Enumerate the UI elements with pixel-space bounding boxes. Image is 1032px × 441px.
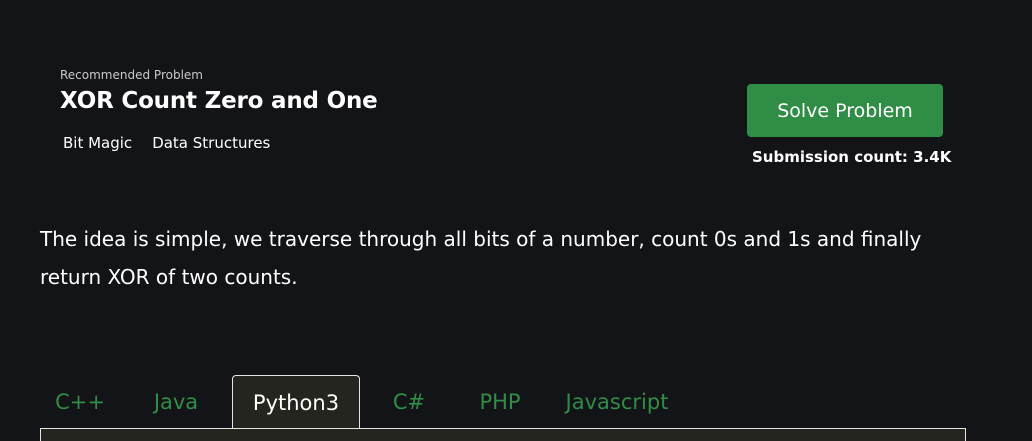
- tag-data-structures[interactable]: Data Structures: [152, 134, 270, 152]
- tab-java[interactable]: Java: [120, 375, 232, 429]
- article-description: The idea is simple, we traverse through …: [40, 227, 922, 289]
- tag-bit-magic[interactable]: Bit Magic: [63, 134, 132, 152]
- code-panel: [40, 428, 966, 441]
- tab-php[interactable]: PHP: [458, 375, 542, 429]
- recommended-problem-label: Recommended Problem: [60, 68, 203, 82]
- tab-csharp[interactable]: C#: [360, 375, 458, 429]
- tab-python3[interactable]: Python3: [232, 375, 360, 429]
- problem-title[interactable]: XOR Count Zero and One: [60, 88, 378, 114]
- page: Recommended Problem XOR Count Zero and O…: [0, 0, 1032, 441]
- solve-problem-button[interactable]: Solve Problem: [747, 84, 943, 137]
- tab-cpp[interactable]: C++: [40, 375, 120, 429]
- submission-count: Submission count: 3.4K: [752, 148, 952, 166]
- tab-javascript[interactable]: Javascript: [542, 375, 692, 429]
- code-language-tabs: C++ Java Python3 C# PHP Javascript: [40, 375, 692, 429]
- problem-tags: Bit Magic Data Structures: [63, 134, 270, 152]
